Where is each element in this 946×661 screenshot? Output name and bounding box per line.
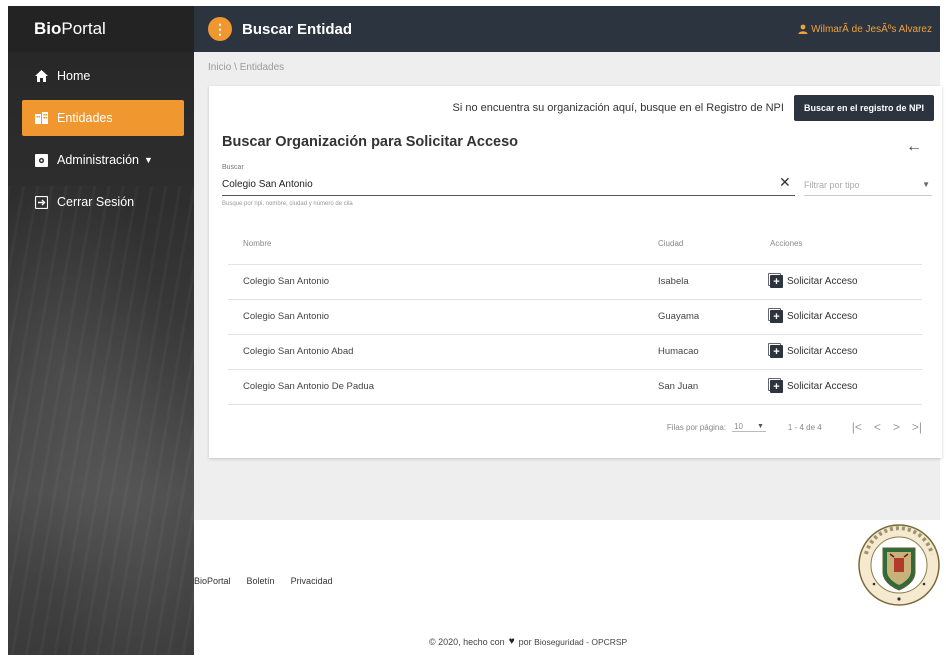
sidebar-nav: Home Entidades Administración ▼ Cerrar S… xyxy=(8,58,194,220)
action-label: Solicitar Acceso xyxy=(787,311,858,322)
cell-nombre: Colegio San Antonio xyxy=(228,299,658,335)
clear-icon[interactable]: ✕ xyxy=(779,174,791,191)
rows-per-page-value: 10 xyxy=(734,422,743,431)
caret-down-icon: ▼ xyxy=(143,155,153,165)
filter-type-select[interactable]: Filtrar por tipo ▼ xyxy=(804,174,932,196)
heart-icon: ♥ xyxy=(508,636,515,647)
more-vertical-icon[interactable]: ⋮ xyxy=(208,17,232,41)
copyright-org: Bioseguridad - OPCRSP xyxy=(534,636,628,647)
action-label: Solicitar Acceso xyxy=(787,276,858,287)
brand-bold: Bio xyxy=(34,19,62,38)
add-box-icon: + xyxy=(770,380,783,393)
logout-icon xyxy=(34,195,48,209)
cell-ciudad: Isabela xyxy=(658,264,770,300)
cell-ciudad: San Juan xyxy=(658,369,770,405)
rows-per-page-label: Filas por página: xyxy=(666,422,727,432)
table-row: Colegio San Antonio Abad Humacao + Solici… xyxy=(228,334,922,370)
results-table: Nombre Ciudad Acciones Colegio San Anton… xyxy=(228,224,922,405)
first-page-icon[interactable]: |< xyxy=(852,420,862,434)
dropdown-arrow-icon: ▼ xyxy=(756,423,764,430)
brand-rest: Portal xyxy=(61,19,106,38)
table-row: Colegio San Antonio Guayama + Solicitar A… xyxy=(228,299,922,335)
footer-link-privacidad[interactable]: Privacidad xyxy=(291,576,333,586)
table-row: Colegio San Antonio Isabela + Solicitar A… xyxy=(228,264,922,300)
request-access-button[interactable]: + Solicitar Acceso xyxy=(770,380,922,393)
government-seal-icon xyxy=(858,524,940,606)
dropdown-arrow-icon: ▼ xyxy=(922,180,930,189)
request-access-button[interactable]: + Solicitar Acceso xyxy=(770,345,922,358)
breadcrumb: Inicio \ Entidades xyxy=(208,62,284,73)
last-page-icon[interactable]: >| xyxy=(912,420,922,434)
npi-row: Si no encuentra su organización aquí, bu… xyxy=(453,95,934,121)
back-arrow-icon[interactable]: ← xyxy=(906,138,922,156)
user-icon xyxy=(798,24,808,34)
breadcrumb-home[interactable]: Inicio xyxy=(208,62,231,73)
filter-placeholder: Filtrar por tipo xyxy=(804,179,860,190)
page-title: Buscar Entidad xyxy=(242,20,353,38)
sidebar-item-administracion[interactable]: Administración ▼ xyxy=(22,142,184,178)
sidebar-item-label: Entidades xyxy=(57,111,113,125)
sidebar-item-label: Administración xyxy=(57,153,139,167)
action-label: Solicitar Acceso xyxy=(787,346,858,357)
request-access-button[interactable]: + Solicitar Acceso xyxy=(770,310,922,323)
home-icon xyxy=(34,69,48,83)
card-title: Buscar Organización para Solicitar Acces… xyxy=(222,134,519,150)
pagination: Filas por página: 10 ▼ 1 - 4 de 4 |< < >… xyxy=(667,420,922,434)
footer-link-boletin[interactable]: Boletín xyxy=(247,576,275,586)
copyright-by: por xyxy=(518,636,532,647)
sidebar-item-label: Home xyxy=(57,69,91,83)
request-access-button[interactable]: + Solicitar Acceso xyxy=(770,275,922,288)
header-acciones: Acciones xyxy=(770,224,922,265)
search-hint: Busque por npi, nombre, ciudad y número … xyxy=(222,201,353,207)
sidebar-item-label: Cerrar Sesión xyxy=(57,195,135,209)
cell-nombre: Colegio San Antonio De Padua xyxy=(228,369,658,405)
brand-logo[interactable]: Bio Portal xyxy=(8,6,194,52)
search-label: Buscar xyxy=(222,164,244,171)
breadcrumb-current: Entidades xyxy=(239,62,285,73)
cell-ciudad: Guayama xyxy=(658,299,770,335)
user-menu[interactable]: WilmarÃ de JesÃºs Alvarez xyxy=(798,24,932,35)
topbar: ⋮ Buscar Entidad WilmarÃ de JesÃºs Alvar… xyxy=(194,6,940,52)
footer: BioPortal Boletín Privacidad © 2020, hec… xyxy=(194,520,940,661)
cell-nombre: Colegio San Antonio xyxy=(228,264,658,300)
table-row: Colegio San Antonio De Padua San Juan + S… xyxy=(228,369,922,405)
breadcrumb-separator: \ xyxy=(234,62,237,73)
sidebar-item-home[interactable]: Home xyxy=(22,58,184,94)
add-box-icon: + xyxy=(770,275,783,288)
sidebar: Bio Portal Home Entidades Administración … xyxy=(8,6,194,655)
footer-links: BioPortal Boletín Privacidad xyxy=(194,576,349,586)
search-card: Si no encuentra su organización aquí, bu… xyxy=(209,86,942,458)
header-nombre[interactable]: Nombre xyxy=(228,224,658,265)
next-page-icon[interactable]: > xyxy=(893,420,900,434)
copyright-prefix: © 2020, hecho con xyxy=(429,636,505,647)
footer-link-bioportal[interactable]: BioPortal xyxy=(194,576,231,586)
search-npi-button[interactable]: Buscar en el registro de NPI xyxy=(793,95,934,121)
search-input[interactable] xyxy=(222,174,795,196)
table-header-row: Nombre Ciudad Acciones xyxy=(228,224,922,265)
sidebar-item-entidades[interactable]: Entidades xyxy=(22,100,184,136)
user-name: WilmarÃ de JesÃºs Alvarez xyxy=(811,23,932,35)
add-box-icon: + xyxy=(770,310,783,323)
page-range: 1 - 4 de 4 xyxy=(787,422,822,432)
admin-icon xyxy=(34,153,48,167)
add-box-icon: + xyxy=(770,345,783,358)
header-ciudad[interactable]: Ciudad xyxy=(658,224,770,265)
action-label: Solicitar Acceso xyxy=(787,381,858,392)
npi-hint: Si no encuentra su organización aquí, bu… xyxy=(452,102,784,114)
sidebar-item-cerrar-sesion[interactable]: Cerrar Sesión xyxy=(22,184,184,220)
building-icon xyxy=(34,111,48,125)
cell-nombre: Colegio San Antonio Abad xyxy=(228,334,658,370)
prev-page-icon[interactable]: < xyxy=(874,420,881,434)
copyright: © 2020, hecho con ♥ por Bioseguridad - O… xyxy=(429,636,627,647)
rows-per-page-select[interactable]: 10 ▼ xyxy=(732,422,766,432)
cell-ciudad: Humacao xyxy=(658,334,770,370)
